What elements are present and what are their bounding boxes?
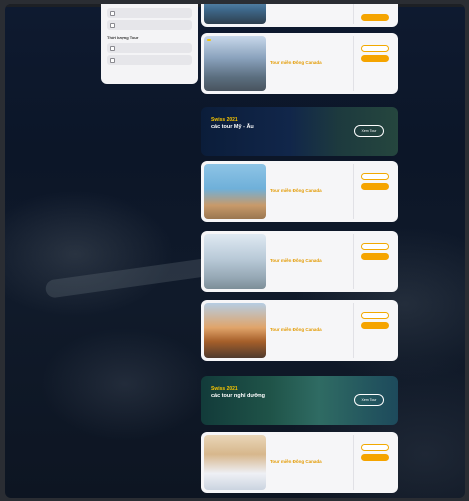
tour-name[interactable]: Tour miền Đông Canada (270, 327, 349, 332)
detail-button[interactable] (360, 312, 389, 319)
tour-image[interactable] (204, 303, 266, 358)
book-button[interactable] (360, 183, 389, 190)
checkbox-icon[interactable] (110, 57, 115, 63)
filter-option[interactable] (107, 8, 192, 18)
filter-option[interactable] (107, 43, 192, 53)
tour-actions (353, 4, 395, 24)
tour-actions (353, 435, 395, 490)
filter-option[interactable] (107, 20, 192, 30)
book-button[interactable] (360, 14, 389, 21)
background-river (44, 257, 216, 299)
tour-actions (353, 303, 395, 358)
tour-image[interactable] (204, 4, 266, 24)
tour-actions (353, 234, 395, 289)
tour-info: Tour miền Đông Canada (266, 234, 353, 289)
banner-title: Swiss 2021 (211, 386, 238, 392)
book-button[interactable] (360, 454, 389, 461)
tour-image[interactable] (204, 234, 266, 289)
tour-name[interactable]: Tour miền Đông Canada (270, 258, 349, 263)
view-tour-button[interactable]: Xem Tour (354, 394, 384, 406)
tour-info: Tour miền Đông Canada (266, 36, 353, 91)
tour-card[interactable]: Tour miền Đông Canada (201, 432, 398, 493)
tour-actions (353, 164, 395, 219)
tour-image[interactable] (204, 164, 266, 219)
detail-button[interactable] (360, 173, 389, 180)
tour-info: Tour miền Đông Canada (266, 435, 353, 490)
tour-name[interactable]: Tour miền Đông Canada (270, 459, 349, 464)
promo-banner[interactable]: Swiss 2021 các tour nghỉ dưỡng Xem Tour (201, 376, 398, 425)
filter-option[interactable] (107, 55, 192, 65)
filter-section-title: Thời lượng Tour (107, 35, 139, 40)
tour-card[interactable] (201, 4, 398, 27)
checkbox-icon[interactable] (110, 45, 115, 51)
tour-info: Tour miền Đông Canada (266, 164, 353, 219)
tour-card[interactable]: Tour miền Đông Canada (201, 300, 398, 361)
tour-image[interactable] (204, 36, 266, 91)
detail-button[interactable] (360, 243, 389, 250)
promo-banner[interactable]: Swiss 2021 các tour Mỹ - Âu Xem Tour (201, 107, 398, 156)
tour-image[interactable] (204, 435, 266, 490)
detail-button[interactable] (360, 444, 389, 451)
book-button[interactable] (360, 253, 389, 260)
detail-button[interactable] (360, 45, 389, 52)
tour-info: Tour miền Đông Canada (266, 303, 353, 358)
tour-actions (353, 36, 395, 91)
view-tour-button[interactable]: Xem Tour (354, 125, 384, 137)
tour-name[interactable]: Tour miền Đông Canada (270, 188, 349, 193)
tour-card[interactable]: Tour miền Đông Canada (201, 161, 398, 222)
checkbox-icon[interactable] (110, 22, 115, 28)
checkbox-icon[interactable] (110, 10, 115, 16)
page-background: Thời lượng Tour Tour miền Đông Canada Sw… (5, 4, 465, 498)
book-button[interactable] (360, 322, 389, 329)
tour-badge (207, 39, 211, 41)
book-button[interactable] (360, 55, 389, 62)
filter-panel: Thời lượng Tour (101, 4, 198, 84)
tour-name[interactable]: Tour miền Đông Canada (270, 60, 349, 65)
tour-card[interactable]: Tour miền Đông Canada (201, 33, 398, 94)
tour-card[interactable]: Tour miền Đông Canada (201, 231, 398, 292)
tour-info (266, 4, 353, 24)
banner-title: Swiss 2021 (211, 117, 238, 123)
